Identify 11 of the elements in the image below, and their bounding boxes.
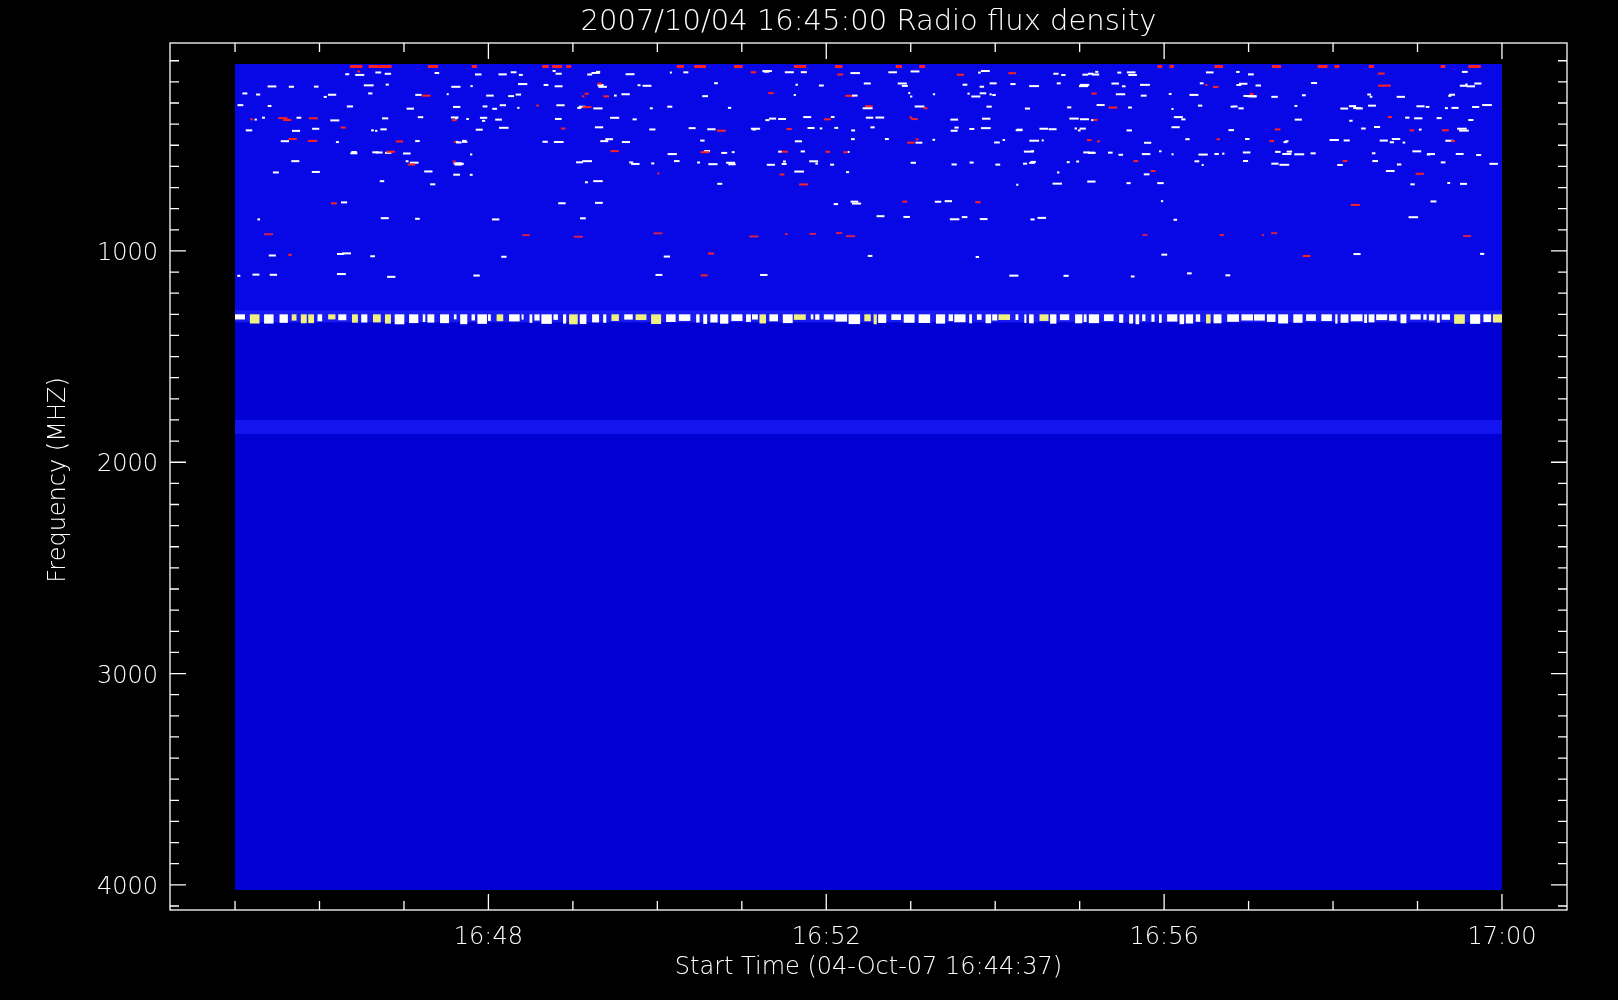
x-tick-label: 16:48: [453, 922, 523, 950]
y-tick-label: 4000: [96, 871, 158, 900]
x-tick-label: 16:52: [791, 922, 861, 950]
plot-title: 2007/10/04 16:45:00 Radio flux density: [580, 3, 1157, 37]
y-tick-label: 2000: [96, 449, 158, 478]
x-axis-label: Start Time (04-Oct-07 16:44:37): [674, 952, 1063, 980]
y-tick-label: 1000: [96, 237, 158, 266]
x-tick-label: 16:56: [1129, 922, 1199, 950]
y-tick-label: 3000: [96, 660, 158, 689]
y-axis-label: Frequency (MHZ): [43, 377, 71, 583]
x-tick-label: 17:00: [1467, 922, 1537, 950]
